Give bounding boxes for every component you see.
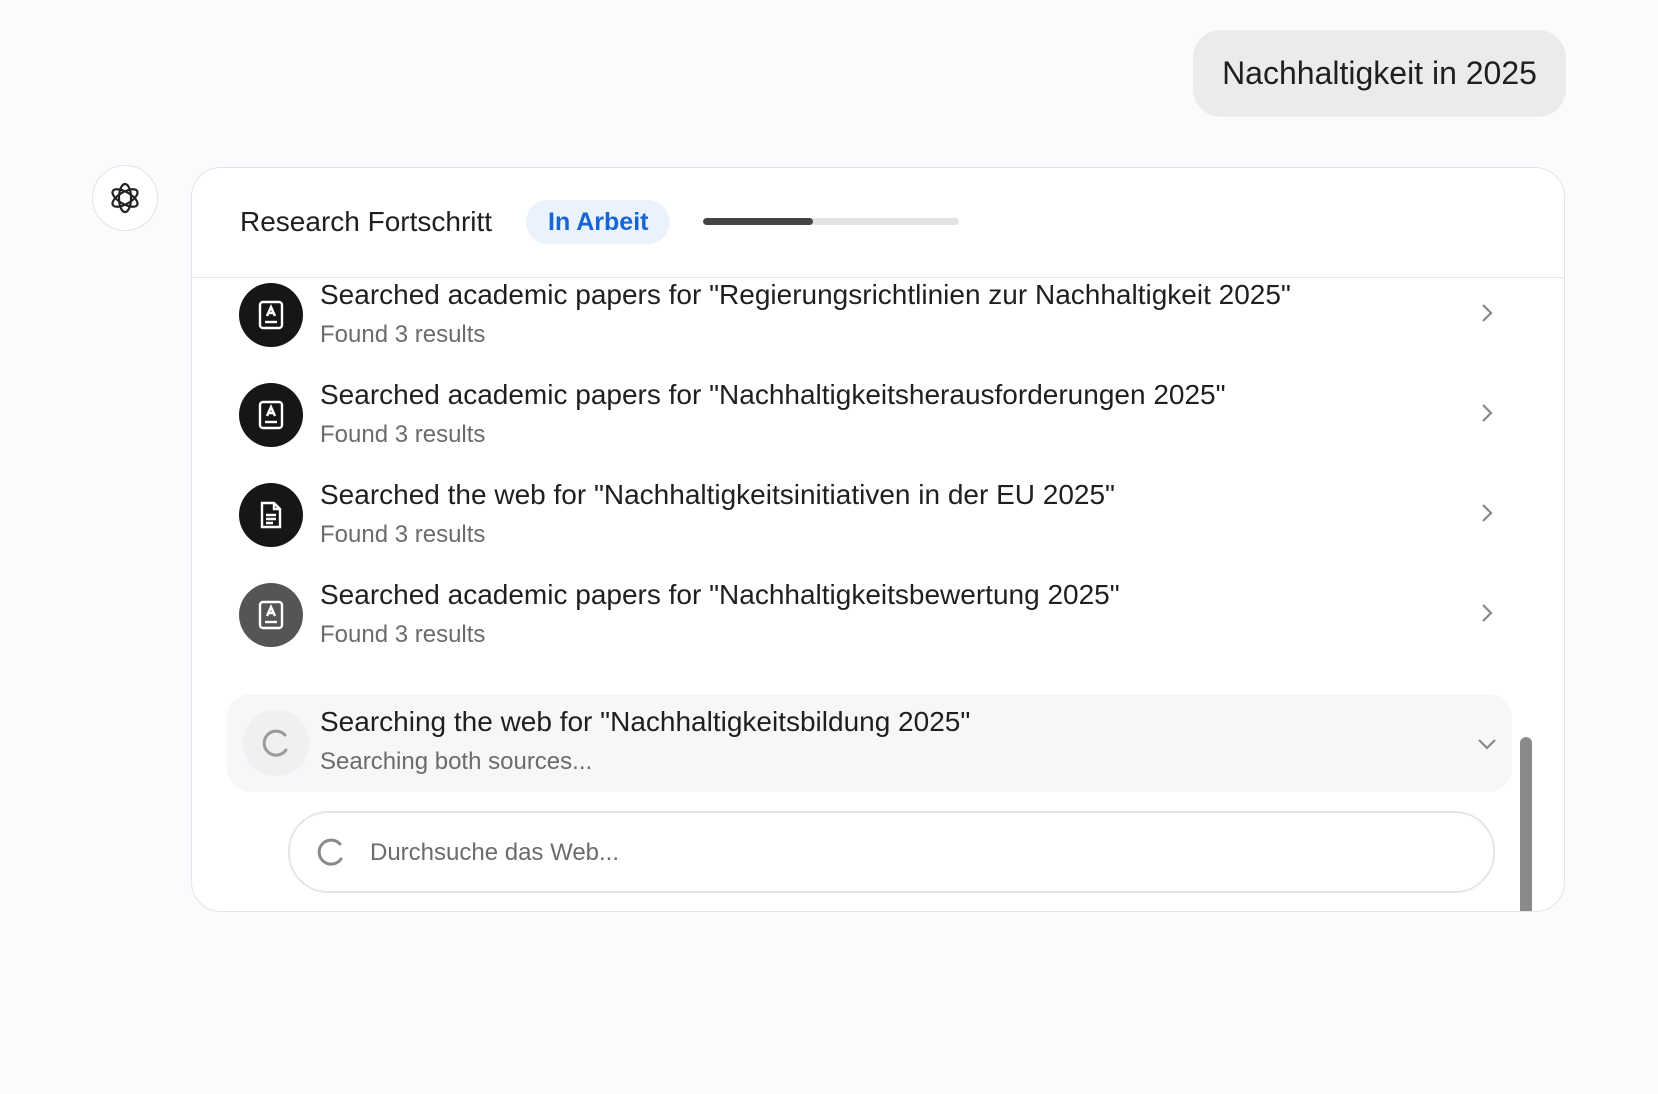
step-result: Found 3 results [320,621,486,648]
research-step[interactable]: Searched academic papers for "Nachhaltig… [212,569,1512,669]
user-message-text: Nachhaltigkeit in 2025 [1222,55,1537,91]
user-message-bubble: Nachhaltigkeit in 2025 [1193,30,1566,117]
step-result: Found 3 results [320,321,486,348]
step-result: Found 3 results [320,421,486,448]
academic-paper-icon [239,283,303,347]
progress-bar-fill [703,218,814,225]
card-header: Research Fortschritt In Arbeit [192,168,1564,278]
step-title: Searched academic papers for "Regierungs… [320,279,1291,310]
academic-paper-icon [239,383,303,447]
chevron-right-icon[interactable] [1475,301,1499,325]
step-title: Searched the web for "Nachhaltigkeitsini… [320,479,1115,510]
step-result: Found 3 results [320,521,486,548]
active-research-step[interactable]: Searching the web for "Nachhaltigkeitsbi… [227,694,1512,792]
step-status: Searching both sources... [320,748,593,775]
spinner-icon [243,710,309,776]
research-title: Research Fortschritt [240,206,493,237]
web-search-placeholder: Durchsuche das Web... [370,839,620,866]
web-search-status-box: Durchsuche das Web... [288,811,1495,893]
step-title: Searching the web for "Nachhaltigkeitsbi… [320,706,971,737]
assistant-avatar [92,165,158,231]
research-step[interactable]: Searched academic papers for "Nachhaltig… [212,369,1512,469]
chevron-right-icon[interactable] [1475,501,1499,525]
web-document-icon [239,483,303,547]
academic-paper-icon [239,583,303,647]
research-step[interactable]: Searched the web for "Nachhaltigkeitsini… [212,469,1512,569]
chevron-right-icon[interactable] [1475,601,1499,625]
chevron-right-icon[interactable] [1475,401,1499,425]
research-steps-list[interactable]: Searched academic papers for "Regierungs… [192,279,1564,911]
chevron-down-icon[interactable] [1475,732,1499,756]
progress-bar [703,218,959,225]
status-badge: In Arbeit [526,200,671,244]
openai-logo-icon [111,182,139,214]
research-progress-card: Research Fortschritt In Arbeit Searched … [191,167,1565,912]
spinner-icon [317,838,343,866]
research-step[interactable]: Searched academic papers for "Regierungs… [212,279,1512,369]
step-title: Searched academic papers for "Nachhaltig… [320,379,1226,410]
scrollbar-thumb[interactable] [1520,737,1532,911]
step-title: Searched academic papers for "Nachhaltig… [320,579,1120,610]
